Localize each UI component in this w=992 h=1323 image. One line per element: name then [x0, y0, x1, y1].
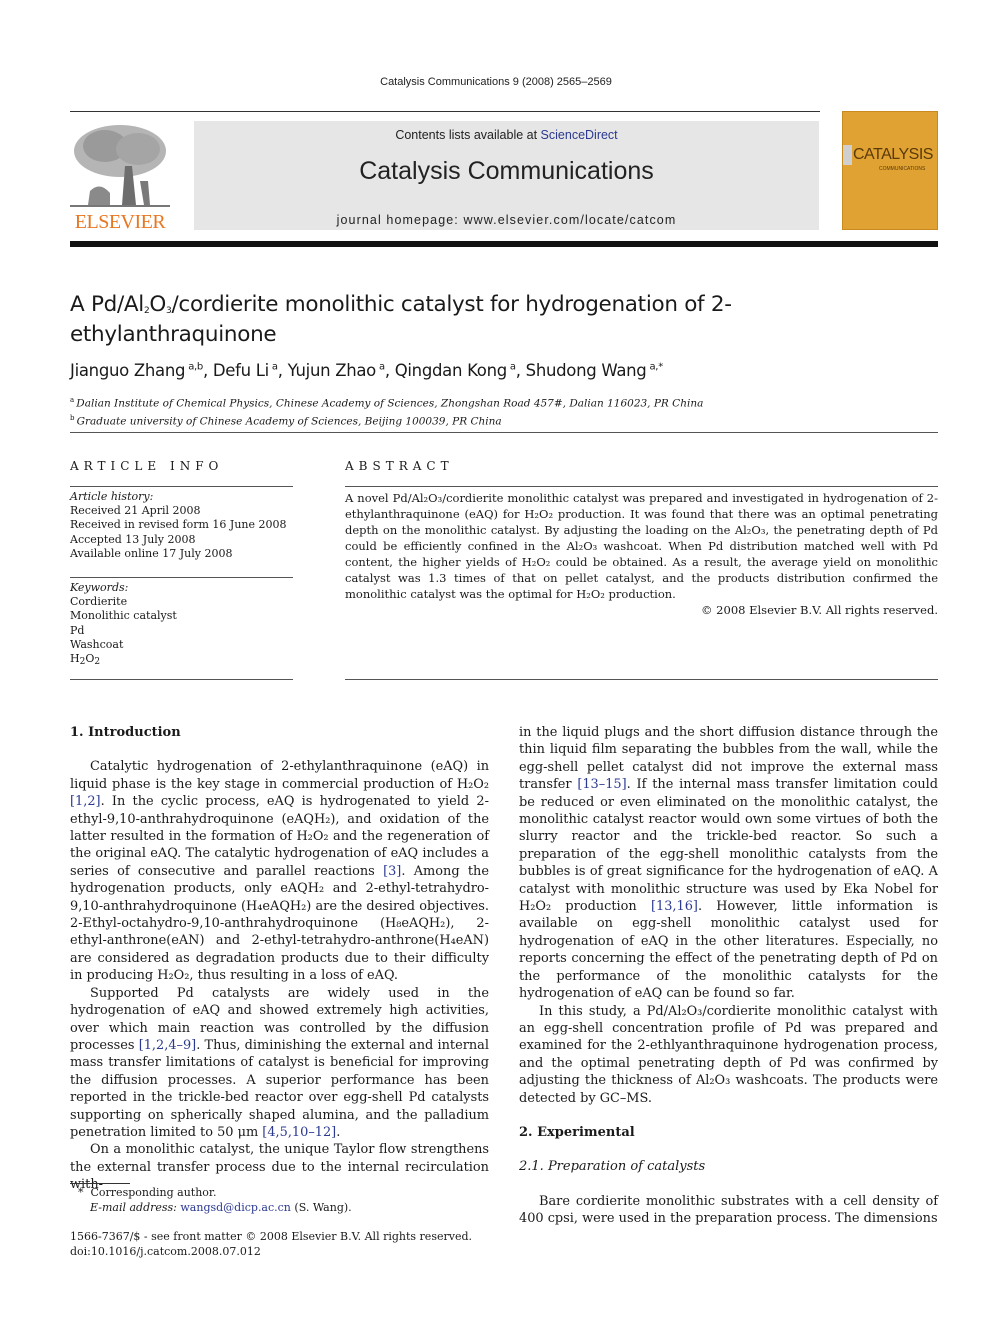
contents-prefix: Contents lists available at — [395, 128, 541, 142]
author-affil-mark: a — [509, 361, 516, 373]
corresponding-author-note: * Corresponding author. — [78, 1186, 217, 1199]
email-link[interactable]: wangsd@dicp.ac.cn — [180, 1201, 291, 1214]
article-title: A Pd/Al2O3/cordierite monolithic catalys… — [70, 292, 732, 347]
sciencedirect-link[interactable]: ScienceDirect — [541, 128, 618, 142]
author-affil-mark: a — [378, 361, 385, 373]
author-name[interactable]: Shudong Wang — [526, 361, 647, 380]
header-thick-rule — [70, 241, 938, 247]
cover-subtitle: COMMUNICATIONS — [879, 166, 926, 172]
body-column-right: in the liquid plugs and the short diffus… — [519, 724, 938, 1228]
keywords-label: Keywords: — [70, 581, 129, 594]
history-item: Received in revised form 16 June 2008 — [70, 518, 287, 532]
keyword: Washcoat — [70, 637, 124, 651]
divider — [70, 486, 293, 487]
citation-link[interactable]: [4,5,10–12] — [262, 1125, 336, 1140]
elsevier-wordmark: ELSEVIER — [74, 211, 166, 233]
journal-reference: Catalysis Communications 9 (2008) 2565–2… — [380, 76, 612, 88]
issn-line: 1566-7367/$ - see front matter © 2008 El… — [70, 1230, 472, 1243]
divider — [345, 486, 938, 487]
divider — [70, 679, 293, 680]
author-name[interactable]: Defu Li — [213, 361, 269, 380]
history-item: Accepted 13 July 2008 — [70, 532, 196, 546]
author-name[interactable]: Qingdan Kong — [395, 361, 508, 380]
citation-link[interactable]: [1,2] — [70, 794, 101, 809]
abstract-heading: ABSTRACT — [345, 459, 454, 473]
title-divider — [70, 432, 938, 433]
abstract-copyright: © 2008 Elsevier B.V. All rights reserved… — [701, 603, 938, 617]
history-item: Received 21 April 2008 — [70, 504, 201, 518]
section-heading: 2. Experimental — [519, 1124, 635, 1140]
abstract-text: A novel Pd/Al₂O₃/cordierite monolithic c… — [345, 491, 938, 601]
author-list: Jianguo Zhang a,b, Defu Li a, Yujun Zhao… — [70, 361, 663, 380]
journal-cover-thumbnail[interactable]: CATALYSIS COMMUNICATIONS — [842, 111, 938, 230]
keyword: Pd — [70, 623, 85, 637]
author-affil-mark: a,b — [188, 361, 203, 373]
keyword: Cordierite — [70, 595, 128, 609]
elsevier-logo[interactable]: ELSEVIER — [70, 121, 170, 233]
affiliation: b Graduate university of Chinese Academy… — [70, 414, 502, 428]
front-matter: 1566-7367/$ - see front matter © 2008 El… — [70, 1230, 490, 1259]
journal-title[interactable]: Catalysis Communications — [194, 157, 819, 186]
citation-link[interactable]: [13,16] — [651, 899, 698, 914]
section-heading: 1. Introduction — [70, 725, 181, 740]
author-affil-mark: a — [271, 361, 278, 373]
paragraph: in the liquid plugs and the short diffus… — [519, 725, 939, 1002]
divider — [70, 577, 293, 578]
citation-link[interactable]: [13–15] — [577, 777, 626, 792]
subsection-heading: 2.1. Preparation of catalysts — [519, 1159, 706, 1175]
keyword: Monolithic catalyst — [70, 609, 177, 623]
footnotes: * Corresponding author. E-mail address: … — [70, 1186, 490, 1215]
contents-line: Contents lists available at ScienceDirec… — [194, 128, 819, 142]
history-item: Available online 17 July 2008 — [70, 546, 233, 560]
author-affil-mark: a,* — [649, 361, 663, 373]
article-history: Article history: Received 21 April 2008 … — [70, 490, 293, 561]
author-name[interactable]: Jianguo Zhang — [70, 361, 186, 380]
paragraph: Supported Pd catalysts are widely used i… — [70, 985, 489, 1140]
email-note: E-mail address: wangsd@dicp.ac.cn (S. Wa… — [90, 1200, 352, 1214]
citation-link[interactable]: [3] — [383, 864, 401, 879]
paragraph: Bare cordierite monolithic substrates wi… — [519, 1193, 938, 1227]
paragraph: In this study, a Pd/Al₂O₃/cordierite mon… — [519, 1003, 938, 1106]
top-rule — [70, 111, 820, 112]
affiliation: a Dalian Institute of Chemical Physics, … — [70, 396, 704, 410]
keyword: H2O2 — [70, 652, 101, 668]
citation-link[interactable]: [1,2,4–9] — [139, 1038, 197, 1053]
elsevier-tree-icon — [70, 125, 170, 207]
doi-link[interactable]: doi:10.1016/j.catcom.2008.07.012 — [70, 1245, 490, 1260]
divider — [345, 679, 938, 680]
cover-title: CATALYSIS — [853, 146, 933, 163]
affiliations: a Dalian Institute of Chemical Physics, … — [70, 393, 930, 429]
journal-homepage-link[interactable]: journal homepage: www.elsevier.com/locat… — [194, 213, 819, 227]
paragraph: Catalytic hydrogenation of 2-ethylanthra… — [70, 759, 489, 984]
body-column-left: 1. Introduction Catalytic hydrogenation … — [70, 724, 489, 1194]
footnote-rule — [70, 1183, 130, 1184]
history-label: Article history: — [70, 490, 154, 503]
keywords: Keywords: Cordierite Monolithic catalyst… — [70, 581, 293, 668]
article-info-heading: ARTICLE INFO — [70, 459, 224, 473]
author-name[interactable]: Yujun Zhao — [288, 361, 377, 380]
journal-banner: Contents lists available at ScienceDirec… — [194, 121, 819, 230]
